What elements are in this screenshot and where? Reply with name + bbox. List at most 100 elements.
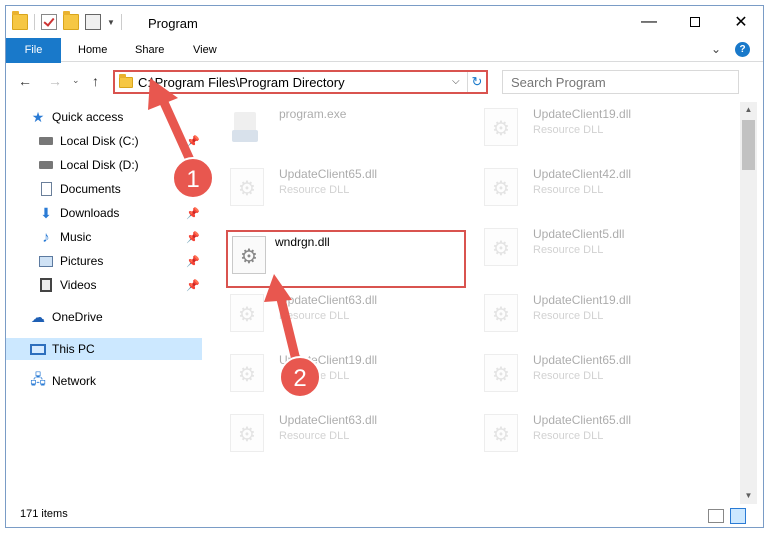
expand-ribbon-icon[interactable]: ⌄ <box>711 42 721 56</box>
video-icon <box>38 277 54 293</box>
drive-icon <box>38 133 54 149</box>
new-folder-icon[interactable] <box>63 11 79 30</box>
dll-file-icon: ⚙ <box>484 294 518 332</box>
document-icon <box>38 181 54 197</box>
drive-icon <box>38 157 54 173</box>
list-item[interactable]: program.exe <box>222 102 462 154</box>
list-item[interactable]: ⚙ UpdateClient65.dll Resource DLL <box>222 162 462 214</box>
title-bar: ▼ Program — ✕ <box>6 6 763 38</box>
folder-icon <box>119 74 133 88</box>
ribbon-tabs: File Home Share View ⌄ ? <box>6 38 763 90</box>
folder-icon <box>12 11 28 30</box>
list-item[interactable]: ⚙ UpdateClient5.dll Resource DLL <box>476 222 716 274</box>
recent-locations-icon[interactable]: ⌄ <box>72 75 80 86</box>
sidebar-item-pictures[interactable]: Pictures 📌 <box>6 250 202 272</box>
file-type: Resource DLL <box>279 430 350 442</box>
search-box[interactable] <box>502 70 739 94</box>
minimize-button[interactable]: — <box>626 6 672 38</box>
qat-dropdown-icon[interactable]: ▼ <box>107 18 115 27</box>
sidebar-item-onedrive[interactable]: ☁ OneDrive <box>6 306 202 328</box>
list-item[interactable]: ⚙ UpdateClient42.dll Resource DLL <box>476 162 716 214</box>
customize-icon[interactable] <box>85 14 101 30</box>
sidebar-item-this-pc[interactable]: This PC <box>6 338 202 360</box>
pc-icon <box>30 341 46 357</box>
pin-icon: 📌 <box>186 279 200 292</box>
address-path[interactable]: C:\Program Files\Program Directory <box>138 75 345 90</box>
tab-view[interactable]: View <box>181 38 229 62</box>
chevron-down-icon[interactable]: ⌵ <box>452 76 460 87</box>
close-button[interactable]: ✕ <box>718 6 763 38</box>
help-icon[interactable]: ? <box>735 42 750 57</box>
quick-access-toolbar: ▼ <box>12 11 122 30</box>
dll-file-icon: ⚙ <box>484 354 518 392</box>
up-arrow-icon[interactable]: ↑ <box>92 73 99 89</box>
sidebar-item-label: Pictures <box>60 254 104 268</box>
list-item-wndrgn[interactable]: ⚙ wndrgn.dll <box>226 230 466 288</box>
sidebar-item-documents[interactable]: Documents 📌 <box>6 178 202 200</box>
file-name: wndrgn.dll <box>275 235 330 249</box>
list-item[interactable]: ⚙ UpdateClient19.dll Resource DLL <box>476 288 716 340</box>
dll-file-icon: ⚙ <box>484 168 518 206</box>
scroll-down-icon[interactable]: ▼ <box>740 488 757 504</box>
file-type: Resource DLL <box>533 184 604 196</box>
dll-file-icon: ⚙ <box>484 414 518 452</box>
back-arrow-icon[interactable]: ← <box>18 73 32 89</box>
sidebar-item-label: Local Disk (C:) <box>60 134 139 148</box>
list-item[interactable]: ⚙ UpdateClient63.dll Resource DLL <box>222 408 462 460</box>
sidebar-item-downloads[interactable]: ⬇ Downloads 📌 <box>6 202 202 224</box>
sidebar-item-network[interactable]: 🖧 Network <box>6 370 202 392</box>
dll-file-icon: ⚙ <box>232 236 266 274</box>
scroll-thumb[interactable] <box>742 120 755 170</box>
sidebar-item-local-disk-c[interactable]: Local Disk (C:) 📌 <box>6 130 202 152</box>
file-name: UpdateClient19.dll <box>279 353 378 367</box>
tab-share[interactable]: Share <box>123 38 176 62</box>
forward-arrow-icon[interactable]: → <box>48 73 62 89</box>
details-view-icon[interactable] <box>708 509 724 523</box>
maximize-icon <box>690 17 700 27</box>
file-type: Resource DLL <box>279 310 350 322</box>
sidebar-item-label: OneDrive <box>52 310 103 324</box>
properties-check-icon[interactable] <box>41 14 57 30</box>
list-item[interactable]: ⚙ UpdateClient63.dll Resource DLL <box>222 288 462 340</box>
sidebar-item-label: Network <box>52 374 97 388</box>
cloud-icon: ☁ <box>31 308 45 325</box>
sidebar-item-local-disk-d[interactable]: Local Disk (D:) <box>6 154 202 176</box>
toolbar-separator <box>120 14 122 30</box>
file-name: UpdateClient65.dll <box>279 167 378 181</box>
list-item[interactable]: ⚙ UpdateClient65.dll Resource DLL <box>476 408 716 460</box>
file-name: UpdateClient65.dll <box>533 413 632 427</box>
file-name: program.exe <box>279 107 347 121</box>
vertical-scrollbar[interactable]: ▲ ▼ <box>740 102 757 504</box>
tab-home[interactable]: Home <box>66 38 119 62</box>
pin-icon: 📌 <box>186 183 200 196</box>
file-name: UpdateClient63.dll <box>279 293 378 307</box>
sidebar-item-music[interactable]: ♪ Music 📌 <box>6 226 202 248</box>
pin-icon: 📌 <box>186 135 200 148</box>
toolbar-separator <box>34 14 35 30</box>
status-bar: 171 items <box>6 504 763 527</box>
picture-icon <box>38 253 54 269</box>
file-name: UpdateClient19.dll <box>533 293 632 307</box>
refresh-icon[interactable]: ↻ <box>467 72 486 92</box>
maximize-button[interactable] <box>672 6 718 38</box>
file-name: UpdateClient65.dll <box>533 353 632 367</box>
sidebar-item-label: Videos <box>60 278 97 292</box>
file-name: UpdateClient5.dll <box>533 227 625 241</box>
sidebar-item-label: Documents <box>60 182 121 196</box>
explorer-window: ▼ Program — ✕ File Home Share View ⌄ ? ←… <box>5 5 764 528</box>
sidebar-item-videos[interactable]: Videos 📌 <box>6 274 202 296</box>
large-icons-view-icon[interactable] <box>730 508 746 524</box>
file-type: Resource DLL <box>279 370 350 382</box>
file-type: Resource DLL <box>533 310 604 322</box>
list-item[interactable]: ⚙ UpdateClient19.dll Resource DLL <box>222 348 462 400</box>
pin-icon: 📌 <box>186 207 200 220</box>
address-bar[interactable]: C:\Program Files\Program Directory ⌵ ↻ <box>113 70 488 94</box>
download-icon: ⬇ <box>40 204 52 221</box>
scroll-up-icon[interactable]: ▲ <box>740 102 757 118</box>
sidebar-item-label: Music <box>60 230 92 244</box>
sidebar-item-quick-access[interactable]: ★ Quick access <box>6 106 202 128</box>
list-item[interactable]: ⚙ UpdateClient65.dll Resource DLL <box>476 348 716 400</box>
application-icon <box>230 108 264 146</box>
list-item[interactable]: ⚙ UpdateClient19.dll Resource DLL <box>476 102 716 154</box>
search-input[interactable] <box>503 71 738 93</box>
